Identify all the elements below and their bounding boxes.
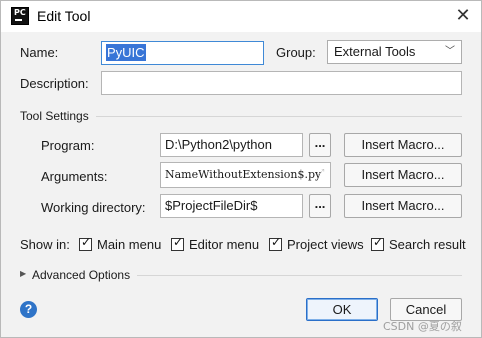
program-insert-macro-button[interactable]: Insert Macro...	[344, 133, 462, 157]
tool-settings-separator	[96, 116, 462, 117]
arguments-label: Arguments:	[41, 169, 108, 184]
help-icon[interactable]: ?	[20, 301, 37, 318]
triangle-right-icon[interactable]: ▶	[20, 269, 26, 278]
checkbox-box[interactable]: ✓	[269, 235, 282, 251]
close-icon[interactable]: ✕	[449, 3, 477, 29]
name-input[interactable]: PyUIC	[101, 41, 264, 65]
expand-field-icon[interactable]: ⤢	[317, 168, 327, 178]
chevron-down-icon: ﹀	[445, 46, 455, 57]
advanced-options-separator	[137, 275, 462, 276]
name-label: Name:	[20, 45, 59, 60]
arguments-input[interactable]: NameWithoutExtension$.py	[160, 162, 331, 188]
main-menu-checkbox[interactable]: ✓ Main menu	[79, 235, 169, 253]
group-label: Group:	[276, 45, 316, 60]
working-directory-input[interactable]: $ProjectFileDir$	[160, 194, 303, 218]
advanced-options-toggle[interactable]: Advanced Options	[32, 268, 130, 282]
group-value: External Tools	[334, 44, 416, 59]
editor-menu-checkbox[interactable]: ✓ Editor menu	[171, 235, 267, 253]
arguments-value: NameWithoutExtension$.py	[165, 168, 322, 181]
checkbox-box[interactable]: ✓	[171, 235, 184, 251]
tool-settings-title: Tool Settings	[20, 109, 89, 123]
checkmark-icon: ✓	[373, 235, 384, 249]
program-browse-button[interactable]: ...	[309, 133, 331, 157]
working-directory-label: Working directory:	[41, 200, 146, 215]
group-select[interactable]: External Tools ﹀	[327, 40, 462, 64]
arguments-insert-macro-button[interactable]: Insert Macro...	[344, 163, 462, 187]
program-input[interactable]: D:\Python2\python	[160, 133, 303, 157]
show-in-label: Show in:	[20, 237, 70, 252]
checkmark-icon: ✓	[81, 235, 92, 249]
project-views-checkbox[interactable]: ✓ Project views	[269, 235, 369, 253]
working-directory-browse-button[interactable]: ...	[309, 194, 331, 218]
checkbox-box[interactable]: ✓	[371, 235, 384, 251]
watermark: CSDN @夏の叙	[383, 320, 462, 333]
checkbox-box[interactable]: ✓	[79, 235, 92, 251]
description-input[interactable]	[101, 71, 462, 95]
pycharm-icon: PC	[11, 7, 29, 25]
description-label: Description:	[20, 76, 89, 91]
program-label: Program:	[41, 138, 95, 153]
checkmark-icon: ✓	[173, 235, 184, 249]
search-result-checkbox[interactable]: ✓ Search result	[371, 235, 477, 253]
checkmark-icon: ✓	[271, 235, 282, 249]
ok-button[interactable]: OK	[306, 298, 378, 321]
working-directory-insert-macro-button[interactable]: Insert Macro...	[344, 194, 462, 218]
name-value: PyUIC	[106, 44, 146, 61]
window-title: Edit Tool	[37, 8, 91, 24]
edit-tool-dialog: PC Edit Tool ✕ Name: PyUIC Group: Extern…	[0, 0, 482, 338]
title-bar: PC Edit Tool ✕	[1, 1, 481, 32]
